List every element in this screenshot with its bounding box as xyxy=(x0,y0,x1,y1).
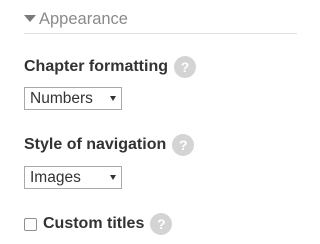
chapter-formatting-select-value: Numbers xyxy=(30,89,93,107)
caret-down-icon[interactable] xyxy=(24,15,36,22)
custom-titles-label[interactable]: Custom titles xyxy=(43,213,144,235)
custom-titles-row: Custom titles ? xyxy=(24,213,173,235)
appearance-section-toggle[interactable]: Appearance xyxy=(24,8,297,34)
chapter-formatting-label-text: Chapter formatting xyxy=(24,58,168,75)
help-icon[interactable]: ? xyxy=(174,56,196,78)
book-settings-panel: Appearance Chapter formatting ? Numbers … xyxy=(0,0,319,244)
dropdown-arrow-icon xyxy=(110,96,116,101)
help-icon[interactable]: ? xyxy=(172,134,195,156)
style-of-navigation-label-text: Style of navigation xyxy=(24,136,167,153)
dropdown-arrow-icon xyxy=(110,175,116,180)
style-of-navigation-select[interactable]: Images xyxy=(24,166,122,189)
chapter-formatting-label: Chapter formatting ? xyxy=(24,56,196,78)
help-icon[interactable]: ? xyxy=(150,213,173,235)
section-title[interactable]: Appearance xyxy=(39,8,128,30)
style-of-navigation-label: Style of navigation ? xyxy=(24,134,195,156)
custom-titles-checkbox[interactable] xyxy=(24,217,37,231)
style-of-navigation-select-value: Images xyxy=(30,168,81,186)
chapter-formatting-select[interactable]: Numbers xyxy=(24,87,122,110)
